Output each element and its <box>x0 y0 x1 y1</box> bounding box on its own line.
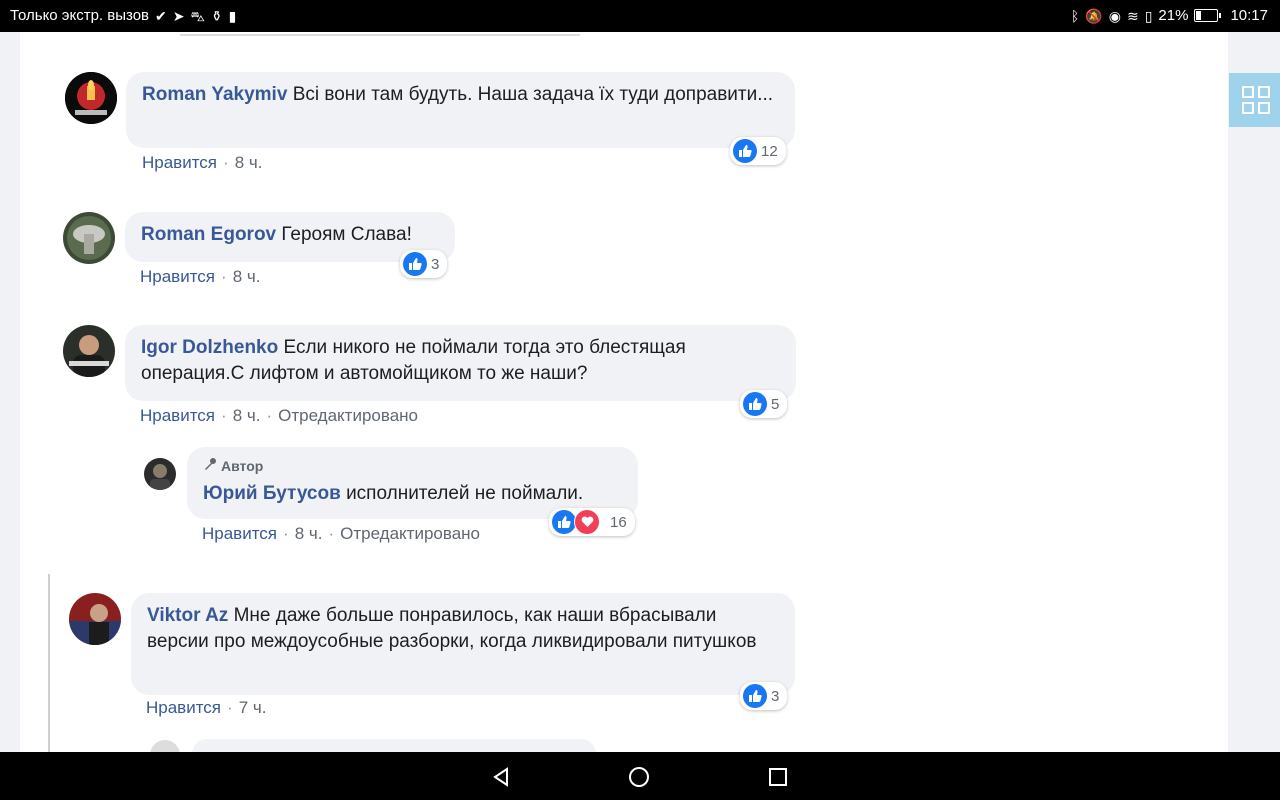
page-margin-right <box>1228 32 1280 752</box>
eye-icon: ◉ <box>1108 7 1121 24</box>
separator: · <box>266 406 273 425</box>
recent-apps-icon[interactable] <box>767 766 789 788</box>
like-button[interactable]: Нравится <box>140 267 215 287</box>
comment-time[interactable]: 8 ч. <box>295 524 323 544</box>
avatar[interactable] <box>65 72 117 124</box>
love-reaction-icon <box>574 509 600 535</box>
avatar[interactable] <box>63 325 115 377</box>
author-badge-label: Автор <box>221 458 264 474</box>
reactions-count: 16 <box>610 513 627 531</box>
bluetooth-icon: ᛒ <box>1070 7 1080 24</box>
comment-bubble: Viktor Az Мне даже больше понравилось, к… <box>131 593 795 695</box>
separator: · <box>227 698 233 717</box>
comment-text: Мне даже больше понравилось, как наши вб… <box>147 605 757 652</box>
avatar[interactable] <box>63 212 115 264</box>
like-button[interactable]: Нравится <box>140 406 215 426</box>
comments-page: Roman Yakymiv Всі вони там будуть. Наша … <box>0 32 1280 752</box>
grid-square-icon <box>1242 86 1254 98</box>
edited-label[interactable]: Отредактировано <box>278 406 418 426</box>
avatar-image <box>65 72 117 124</box>
comment-text: исполнителей не поймали. <box>346 483 584 504</box>
separator: · <box>283 524 289 543</box>
grid-square-icon <box>1242 102 1254 114</box>
grid-square-icon <box>1258 102 1270 114</box>
comment-actions: Нравится · 7 ч. <box>146 698 266 718</box>
like-button[interactable]: Нравится <box>202 524 277 544</box>
battery-save-icon: ▯ <box>1144 7 1153 24</box>
grid-square-icon <box>1258 86 1270 98</box>
page-margin-left <box>0 32 20 752</box>
comment-text: Всі вони там будуть. Наша задача їх туди… <box>292 84 774 105</box>
like-reaction-icon <box>552 510 576 534</box>
status-bar: Только экстр. вызов ✔ ➤ ⛍ ⚱ ▮ ᛒ 🔕 ◉ ≋ ▯ … <box>0 0 1280 32</box>
like-reaction-icon <box>403 252 427 276</box>
thread-line <box>48 574 50 752</box>
battery-fill <box>1196 11 1201 20</box>
reactions-summary[interactable]: 16 <box>549 508 635 536</box>
avatar-image <box>63 212 115 264</box>
reactions-summary[interactable]: 5 <box>740 390 788 418</box>
comment-bubble: Igor Dolzhenko Если никого не поймали то… <box>125 325 796 401</box>
comment-author[interactable]: Igor Dolzhenko <box>141 337 278 358</box>
wifi-icon: ≋ <box>1126 7 1139 24</box>
status-text: Только экстр. вызов <box>10 7 150 24</box>
battery-icon <box>1194 9 1222 22</box>
comment-time[interactable]: 8 ч. <box>233 406 261 426</box>
avatar-image <box>69 593 121 645</box>
navigation-bar <box>0 752 1280 800</box>
back-icon[interactable] <box>490 766 512 788</box>
like-reaction-icon <box>743 392 767 416</box>
like-button[interactable]: Нравится <box>142 153 217 173</box>
comment-actions: Нравится · 8 ч. · Отредактировано <box>202 524 480 544</box>
avatar-image <box>63 325 115 377</box>
reactions-summary[interactable]: 3 <box>740 682 788 710</box>
reactions-count: 3 <box>771 687 780 705</box>
reactions-count: 5 <box>771 395 780 413</box>
like-reaction-icon <box>743 684 767 708</box>
like-reaction-icon <box>733 139 757 163</box>
next-comment-bubble-cutoff <box>192 739 596 752</box>
comment-author[interactable]: Roman Yakymiv <box>142 84 287 105</box>
app-icon: ⚱ <box>210 7 223 24</box>
separator: · <box>221 267 227 286</box>
telegram-icon: ➤ <box>172 7 185 24</box>
reactions-count: 3 <box>431 255 440 273</box>
avatar[interactable] <box>144 458 176 490</box>
car-icon: ⛍ <box>190 7 205 24</box>
mute-icon: 🔕 <box>1085 7 1103 24</box>
home-icon[interactable] <box>628 766 650 788</box>
check-icon: ✔ <box>155 7 167 24</box>
comment-time[interactable]: 8 ч. <box>233 267 261 287</box>
comment-author[interactable]: Viktor Az <box>147 605 228 626</box>
reactions-summary[interactable]: 3 <box>400 250 448 278</box>
previous-comment-cutoff <box>180 32 580 36</box>
comment-text: Героям Слава! <box>281 224 412 245</box>
comment-author[interactable]: Юрий Бутусов <box>203 483 341 504</box>
author-badge: Автор <box>203 453 624 479</box>
clock: 10:17 <box>1230 7 1268 24</box>
comment-time[interactable]: 7 ч. <box>239 698 267 718</box>
separator: · <box>328 524 335 543</box>
comment-actions: Нравится · 8 ч. <box>142 153 262 173</box>
comment-time[interactable]: 8 ч. <box>235 153 263 173</box>
apps-grid-button[interactable] <box>1229 73 1280 127</box>
separator: · <box>223 153 229 172</box>
avatar[interactable] <box>69 593 121 645</box>
avatar-image <box>144 458 176 490</box>
comment-bubble: Roman Yakymiv Всі вони там будуть. Наша … <box>126 72 795 148</box>
reactions-count: 12 <box>761 142 778 160</box>
comment-actions: Нравится · 8 ч. <box>140 267 260 287</box>
microphone-icon <box>203 453 217 479</box>
battery-percent: 21% <box>1158 7 1189 24</box>
comment-author[interactable]: Roman Egorov <box>141 224 276 245</box>
separator: · <box>221 406 227 425</box>
sim-icon: ▮ <box>228 7 237 24</box>
reactions-summary[interactable]: 12 <box>730 137 786 165</box>
comment-actions: Нравится · 8 ч. · Отредактировано <box>140 406 418 426</box>
like-button[interactable]: Нравится <box>146 698 221 718</box>
edited-label[interactable]: Отредактировано <box>340 524 480 544</box>
